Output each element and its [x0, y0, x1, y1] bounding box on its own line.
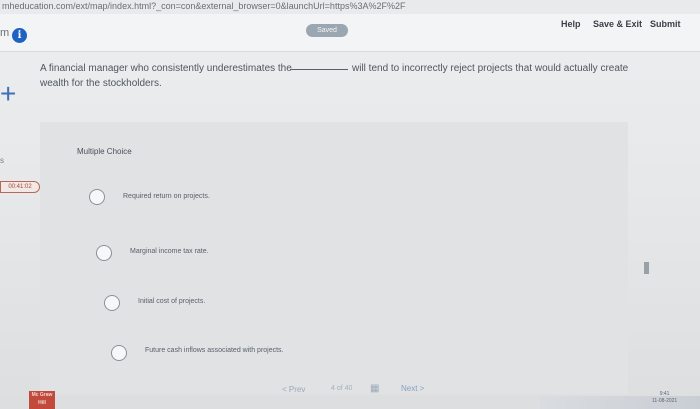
radio-button[interactable]: [111, 345, 127, 361]
clock-time: 9:41: [659, 391, 670, 397]
page-indicator[interactable]: 4 of 40: [331, 385, 352, 392]
choice-label: Initial cost of projects.: [138, 298, 206, 305]
next-button[interactable]: Next >: [401, 384, 424, 393]
submit-button[interactable]: Submit: [650, 19, 681, 29]
choice-label: Marginal income tax rate.: [130, 248, 209, 255]
clock-date: 11-08-2021: [652, 398, 678, 404]
prev-button[interactable]: < Prev: [282, 385, 305, 394]
choice-label: Future cash inflows associated with proj…: [145, 347, 284, 354]
saved-status-badge: Saved: [306, 24, 348, 37]
save-exit-button[interactable]: Save & Exit: [593, 19, 642, 29]
mcgraw-hill-logo: Mc Graw Hill: [29, 391, 55, 409]
help-button[interactable]: Help: [561, 19, 581, 29]
scrollbar-thumb[interactable]: [644, 262, 649, 274]
multiple-choice-title: Multiple Choice: [77, 147, 132, 156]
info-icon[interactable]: i: [12, 28, 27, 43]
grid-icon[interactable]: ▦: [370, 383, 379, 394]
system-clock: 9:41 11-08-2021: [652, 391, 677, 405]
question-line1-part1: A financial manager who consistently und…: [40, 63, 292, 74]
side-letter: s: [0, 156, 4, 165]
left-label: m: [0, 27, 10, 39]
choices-panel: [40, 122, 628, 394]
question-line1-part2: will tend to incorrectly reject projects…: [352, 63, 629, 74]
radio-button[interactable]: [104, 295, 120, 311]
radio-button[interactable]: [96, 245, 112, 261]
timer-badge: 00:41:02: [0, 181, 40, 193]
radio-button[interactable]: [89, 189, 105, 205]
question-blank: [290, 69, 348, 70]
question-line2: wealth for the stockholders.: [40, 78, 162, 89]
plus-icon[interactable]: +: [0, 80, 16, 108]
choice-label: Required return on projects.: [123, 193, 210, 200]
browser-url-bar[interactable]: mheducation.com/ext/map/index.html?_con=…: [0, 0, 700, 14]
